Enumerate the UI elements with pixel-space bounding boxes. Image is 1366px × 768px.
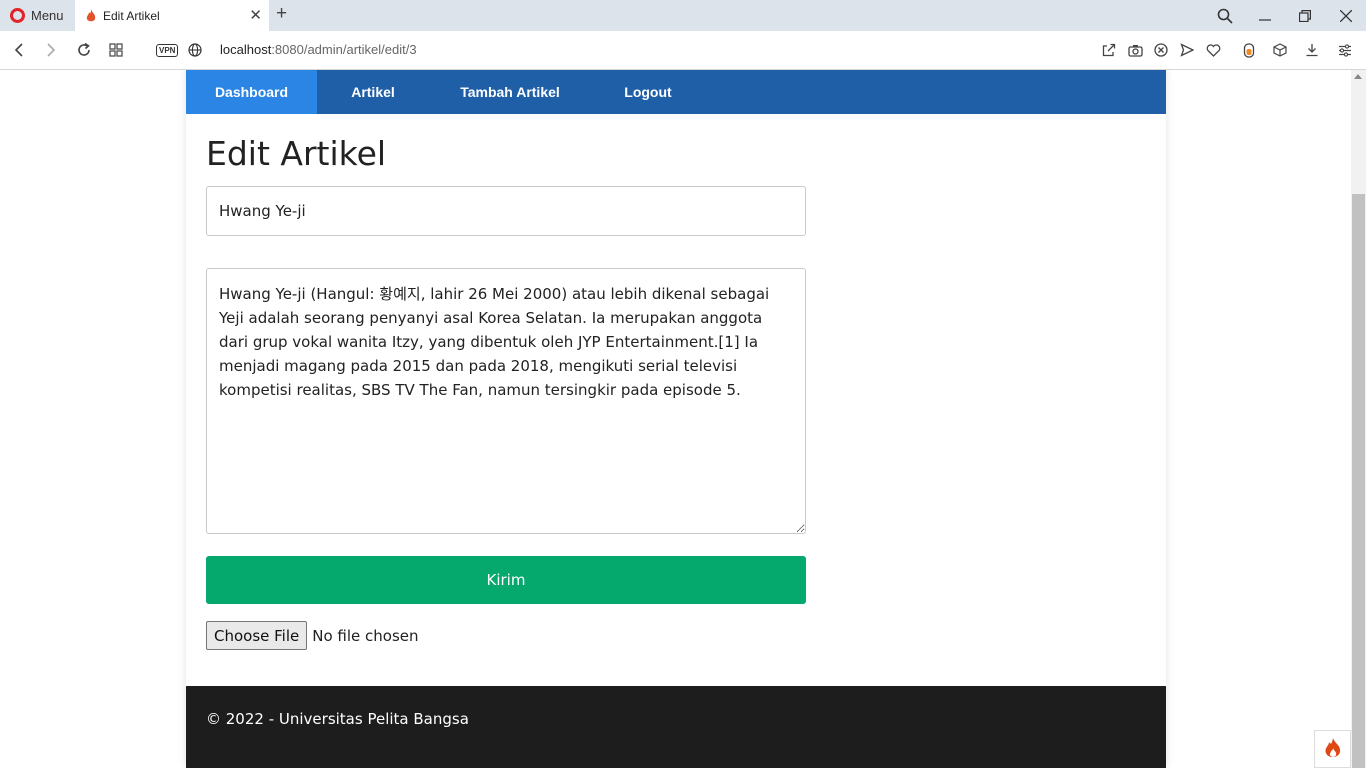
heart-icon[interactable] [1204, 41, 1222, 59]
choose-file-button[interactable]: Choose File [206, 621, 308, 650]
url-field[interactable]: localhost:8080/admin/artikel/edit/3 [220, 42, 417, 57]
close-window-icon[interactable] [1326, 0, 1366, 31]
nav-item-logout[interactable]: Logout [591, 70, 705, 114]
nav-item-tambah-artikel[interactable]: Tambah Artikel [429, 70, 591, 114]
tab-grid-icon[interactable] [105, 39, 127, 61]
content-textarea[interactable]: Hwang Ye-ji (Hangul: 황예지, lahir 26 Mei 2… [206, 268, 806, 534]
forward-icon[interactable] [40, 39, 62, 61]
send-icon[interactable] [1178, 41, 1196, 59]
page-footer: © 2022 - Universitas Pelita Bangsa [186, 686, 1166, 768]
menu-label: Menu [31, 8, 64, 23]
minimize-icon[interactable] [1245, 0, 1285, 31]
scrollbar-thumb[interactable] [1352, 194, 1365, 768]
globe-icon[interactable] [188, 43, 202, 57]
submit-button[interactable]: Kirim [206, 556, 806, 604]
browser-address-bar: VPN localhost:8080/admin/artikel/edit/3 [0, 31, 1366, 70]
vpn-badge[interactable]: VPN [156, 44, 179, 57]
extension-cube-icon[interactable] [1271, 41, 1289, 59]
opera-menu-button[interactable]: Menu [0, 0, 74, 31]
scroll-up-arrow-icon[interactable] [1354, 74, 1362, 79]
opera-logo-icon [10, 8, 25, 23]
browser-tab-bar: Menu Edit Artikel ✕ + [0, 0, 1366, 31]
flame-icon [1325, 738, 1340, 758]
page-viewport: Dashboard Artikel Tambah Artikel Logout … [0, 70, 1351, 768]
easy-setup-icon[interactable] [1336, 41, 1354, 59]
footer-copyright: © 2022 - Universitas Pelita Bangsa [206, 710, 469, 728]
title-input[interactable] [206, 186, 806, 236]
page-scrollbar[interactable] [1351, 70, 1366, 768]
codeigniter-debug-toolbar-button[interactable] [1314, 730, 1351, 768]
download-icon[interactable] [1303, 41, 1321, 59]
snapshot-icon[interactable] [1126, 41, 1144, 59]
restore-icon[interactable] [1285, 0, 1325, 31]
tab-close-icon[interactable]: ✕ [249, 6, 262, 24]
flame-favicon-icon [86, 8, 96, 21]
browser-tab-active[interactable]: Edit Artikel ✕ [75, 0, 269, 31]
share-icon[interactable] [1100, 41, 1118, 59]
page-container: Dashboard Artikel Tambah Artikel Logout … [186, 70, 1166, 768]
search-tabs-icon[interactable] [1205, 0, 1245, 31]
new-tab-icon[interactable]: + [276, 3, 287, 25]
battery-icon[interactable] [1240, 41, 1258, 59]
adblock-icon[interactable] [1152, 41, 1170, 59]
page-title: Edit Artikel [206, 134, 387, 173]
reload-icon[interactable] [73, 39, 95, 61]
back-icon[interactable] [8, 39, 30, 61]
file-upload: Choose File No file chosen [206, 621, 419, 650]
nav-item-artikel[interactable]: Artikel [317, 70, 429, 114]
nav-item-dashboard[interactable]: Dashboard [186, 70, 317, 114]
file-status-text: No file chosen [312, 626, 419, 645]
url-host: localhost [220, 42, 272, 57]
main-navbar: Dashboard Artikel Tambah Artikel Logout [186, 70, 1166, 114]
url-path: :8080/admin/artikel/edit/3 [271, 42, 417, 57]
tab-title: Edit Artikel [103, 8, 160, 23]
